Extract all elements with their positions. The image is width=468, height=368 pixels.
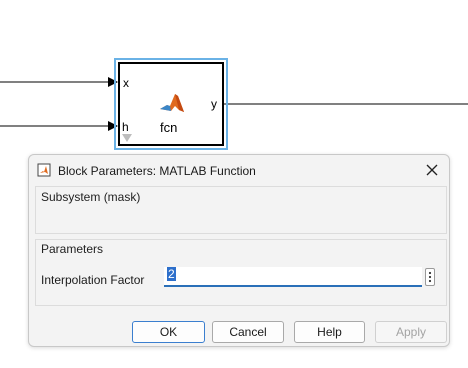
block-parameters-icon <box>37 163 51 177</box>
block-parameters-dialog: Block Parameters: MATLAB Function Subsys… <box>28 154 450 347</box>
apply-button[interactable]: Apply <box>375 321 447 343</box>
input-selected-text: 2 <box>167 267 176 281</box>
output-port-y-label: y <box>211 97 217 111</box>
close-icon[interactable] <box>423 161 441 179</box>
block-function-name: fcn <box>160 120 178 135</box>
ok-button[interactable]: OK <box>132 321 205 343</box>
input-port-x-label: x <box>123 76 129 90</box>
dialog-titlebar[interactable]: Block Parameters: MATLAB Function <box>29 155 449 185</box>
mask-group-label: Subsystem (mask) <box>41 190 141 204</box>
interpolation-factor-label: Interpolation Factor <box>41 273 145 287</box>
kebab-menu-icon <box>428 271 432 283</box>
interpolation-factor-input[interactable]: 2 <box>164 267 422 287</box>
parameters-group-label: Parameters <box>41 242 104 256</box>
cancel-button[interactable]: Cancel <box>212 321 284 343</box>
help-button[interactable]: Help <box>294 321 365 343</box>
dialog-title: Block Parameters: MATLAB Function <box>58 164 256 178</box>
drag-indicator-icon <box>122 134 132 142</box>
parameter-options-button[interactable] <box>425 268 435 286</box>
matlab-logo-icon <box>160 94 184 112</box>
